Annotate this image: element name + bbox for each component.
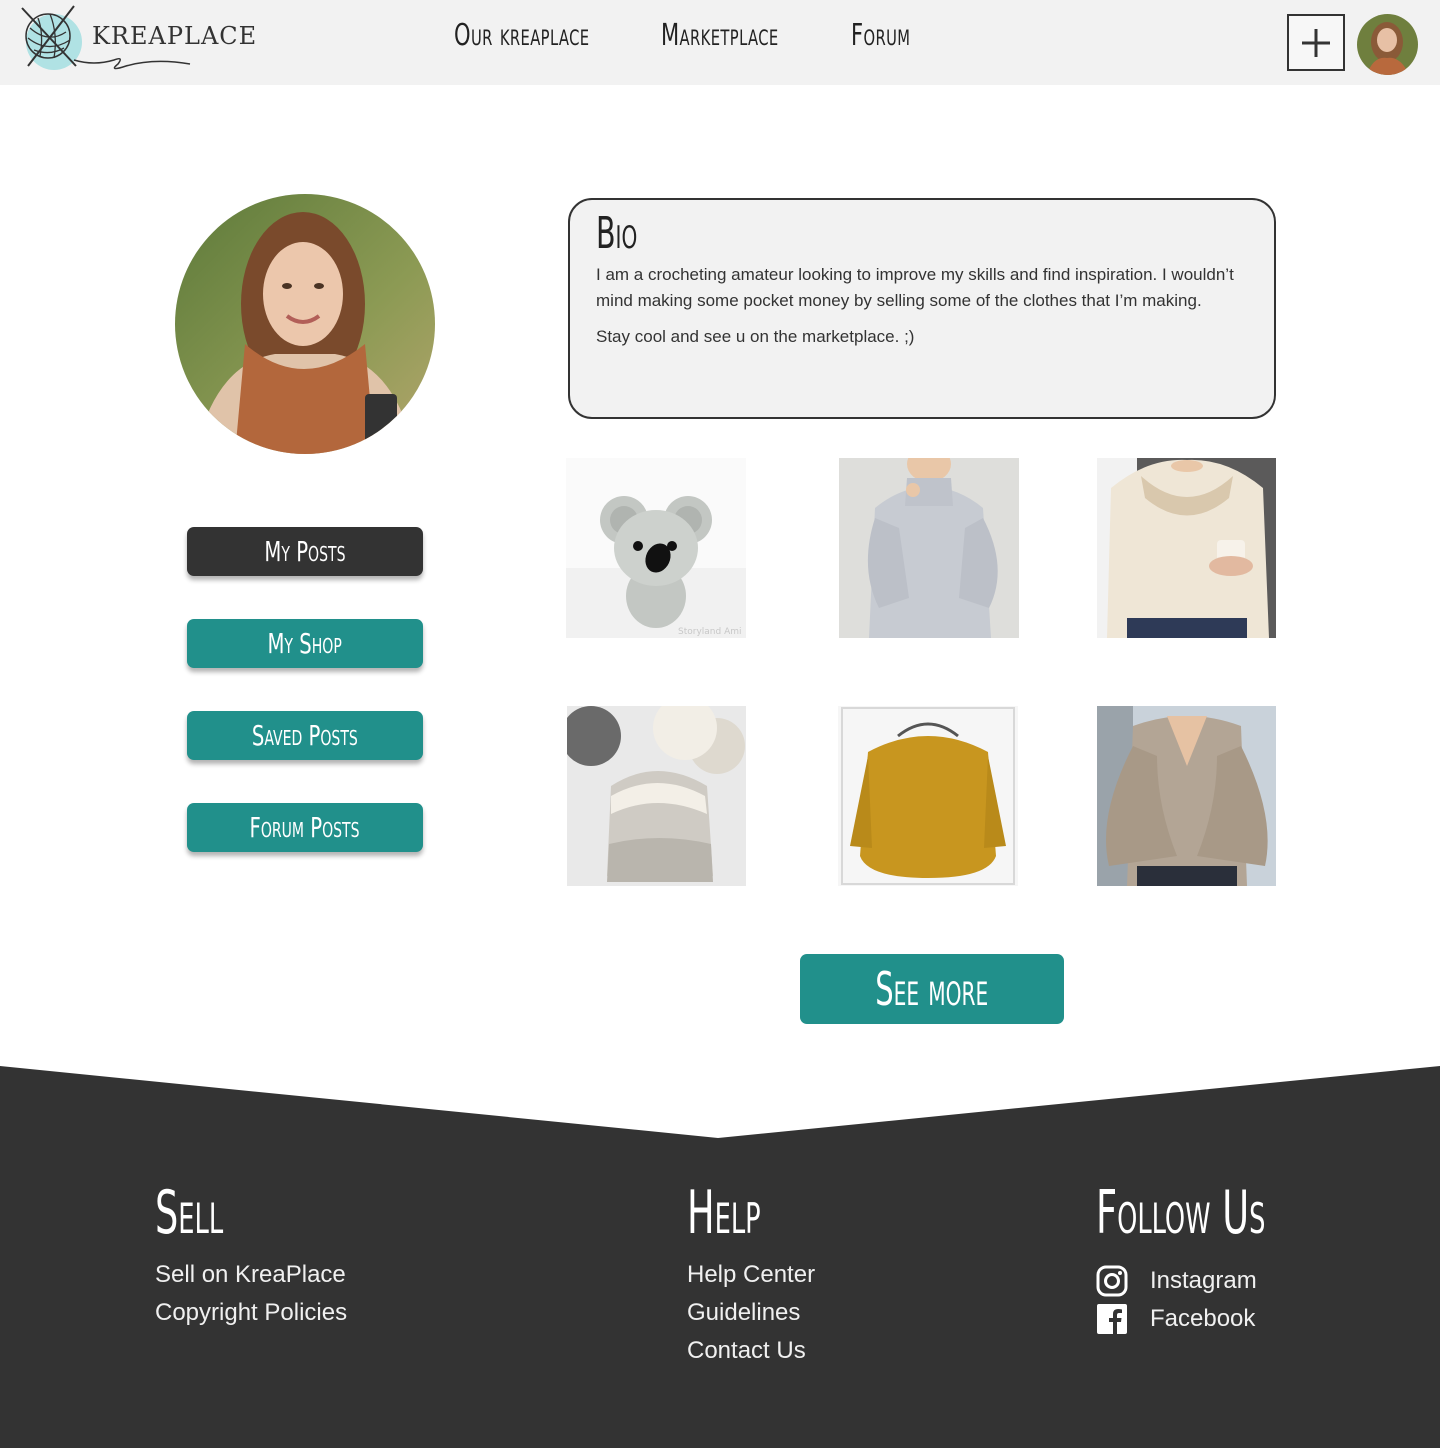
profile-photo <box>175 194 435 454</box>
footer-follow-column: Follow Us Instagram Facebook <box>1096 1178 1345 1338</box>
post-thumbnail-bell-sleeve[interactable] <box>1097 706 1276 886</box>
footer-help-title: Help <box>687 1178 761 1248</box>
facebook-link[interactable]: Facebook <box>1096 1300 1345 1338</box>
sell-on-kreaplace-link[interactable]: Sell on KreaPlace <box>155 1256 347 1294</box>
plus-icon <box>1302 28 1330 57</box>
grey-sweater-image <box>839 458 1019 638</box>
bio-card: Bio I am a crocheting amateur looking to… <box>568 198 1276 419</box>
see-more-button[interactable]: See more <box>800 954 1064 1024</box>
cream-sweater-image <box>1097 458 1276 638</box>
top-header: KREAPLACE Our kreaplace Marketplace Foru… <box>0 0 1440 85</box>
nav-forum[interactable]: Forum <box>851 18 910 53</box>
guidelines-link[interactable]: Guidelines <box>687 1294 815 1332</box>
add-post-button[interactable] <box>1287 14 1345 71</box>
nav-our-kreaplace[interactable]: Our kreaplace <box>454 18 590 53</box>
user-avatar[interactable] <box>1357 14 1418 75</box>
saved-posts-label: Saved Posts <box>252 719 358 752</box>
avatar-image <box>1357 14 1418 75</box>
watermark-caption: Storyland Ami <box>678 627 742 637</box>
help-center-link[interactable]: Help Center <box>687 1256 815 1294</box>
post-thumbnail-koala[interactable]: Storyland Ami <box>566 458 746 638</box>
bio-paragraph: Stay cool and see u on the marketplace. … <box>596 327 915 346</box>
bell-sleeve-top-image <box>1097 706 1276 886</box>
forum-posts-button[interactable]: Forum Posts <box>187 803 423 852</box>
my-posts-button[interactable]: My Posts <box>187 527 423 576</box>
footer-sell-title: Sell <box>155 1178 224 1248</box>
striped-beanie-image <box>567 706 746 886</box>
my-posts-label: My Posts <box>264 535 346 568</box>
post-thumbnail-mustard-sweater[interactable] <box>838 706 1018 886</box>
instagram-label: Instagram <box>1150 1267 1257 1294</box>
see-more-label: See more <box>875 962 989 1016</box>
my-shop-button[interactable]: My Shop <box>187 619 423 668</box>
post-thumbnail-cream-sweater[interactable] <box>1097 458 1276 638</box>
footer-follow-title: Follow Us <box>1096 1178 1266 1248</box>
footer-help-column: Help Help Center Guidelines Contact Us <box>687 1178 815 1370</box>
instagram-link[interactable]: Instagram <box>1096 1262 1345 1300</box>
nav-marketplace[interactable]: Marketplace <box>661 18 779 53</box>
facebook-label: Facebook <box>1150 1305 1256 1332</box>
koala-amigurumi-image: Storyland Ami <box>566 458 746 638</box>
profile-image <box>175 194 435 454</box>
forum-posts-label: Forum Posts <box>249 811 361 844</box>
main-nav: Our kreaplace Marketplace Forum <box>0 18 1440 63</box>
contact-us-link[interactable]: Contact Us <box>687 1332 815 1370</box>
bio-title: Bio <box>596 208 638 259</box>
post-thumbnail-beanie[interactable] <box>567 706 746 886</box>
my-shop-label: My Shop <box>267 627 343 660</box>
mustard-sweater-image <box>838 706 1018 886</box>
instagram-icon <box>1096 1265 1128 1297</box>
bio-paragraph: I am a crocheting amateur looking to imp… <box>596 265 1234 310</box>
post-thumbnail-grey-sweater[interactable] <box>839 458 1019 638</box>
facebook-icon <box>1097 1304 1127 1334</box>
copyright-policies-link[interactable]: Copyright Policies <box>155 1294 347 1332</box>
footer-sell-column: Sell Sell on KreaPlace Copyright Policie… <box>155 1178 347 1332</box>
saved-posts-button[interactable]: Saved Posts <box>187 711 423 760</box>
